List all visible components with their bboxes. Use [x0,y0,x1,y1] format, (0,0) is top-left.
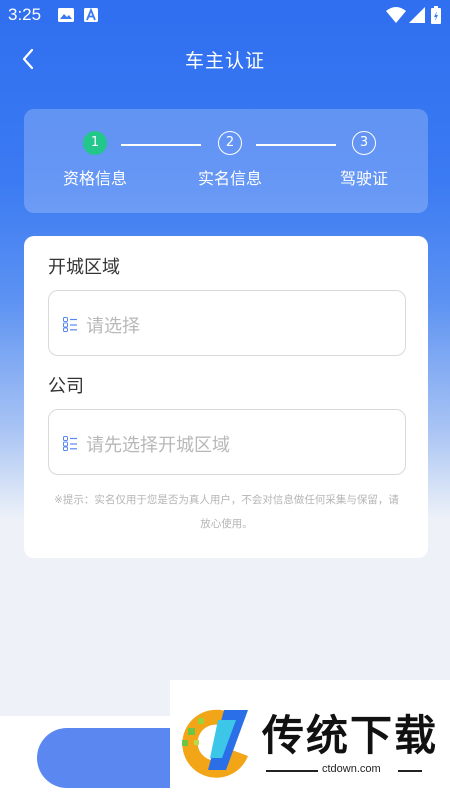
battery-icon [431,6,441,24]
step-1: 1 资格信息 [45,131,145,189]
step-3: 3 驾驶证 [314,131,414,189]
step-number: 1 [83,131,107,155]
step-label: 资格信息 [62,169,127,188]
watermark-divider [266,770,318,772]
status-bar: 3:25 [0,0,450,32]
a-icon [84,8,98,22]
step-label: 驾驶证 [339,169,388,188]
city-select[interactable]: 请选择 [48,290,406,356]
company-select[interactable]: 请先选择开城区域 [48,409,406,475]
step-number: 2 [218,131,242,155]
watermark-divider [398,770,422,772]
list-icon [63,317,77,332]
list-icon [63,436,77,451]
step-number: 3 [352,131,376,155]
ctdown-logo [182,709,248,778]
watermark: 传统下载 ctdown.com [170,680,450,800]
privacy-hint: ※提示：实名仅用于您是否为真人用户，不会对信息做任何采集与保留，请放心使用。 [54,494,399,530]
steps-indicator: 1 资格信息 2 实名信息 3 驾驶证 [24,109,428,213]
signal-icon [409,7,425,23]
form-card: 开城区域 请选择 公司 请先选择开城区域 ※提示：实名仅用于您是否为真人用户，不… [24,236,428,558]
city-label: 开城区域 [48,257,120,278]
image-icon [58,8,74,22]
company-label: 公司 [48,376,84,397]
watermark-url: ctdown.com [322,763,381,775]
company-placeholder: 请先选择开城区域 [86,435,230,456]
step-label: 实名信息 [197,169,262,188]
watermark-text: 传统下载 [262,711,439,760]
header: 车主认证 [0,36,450,82]
wifi-icon [386,7,406,23]
city-placeholder: 请选择 [86,316,140,337]
step-2: 2 实名信息 [180,131,280,189]
status-time: 3:25 [8,5,42,24]
page-title: 车主认证 [184,50,265,72]
